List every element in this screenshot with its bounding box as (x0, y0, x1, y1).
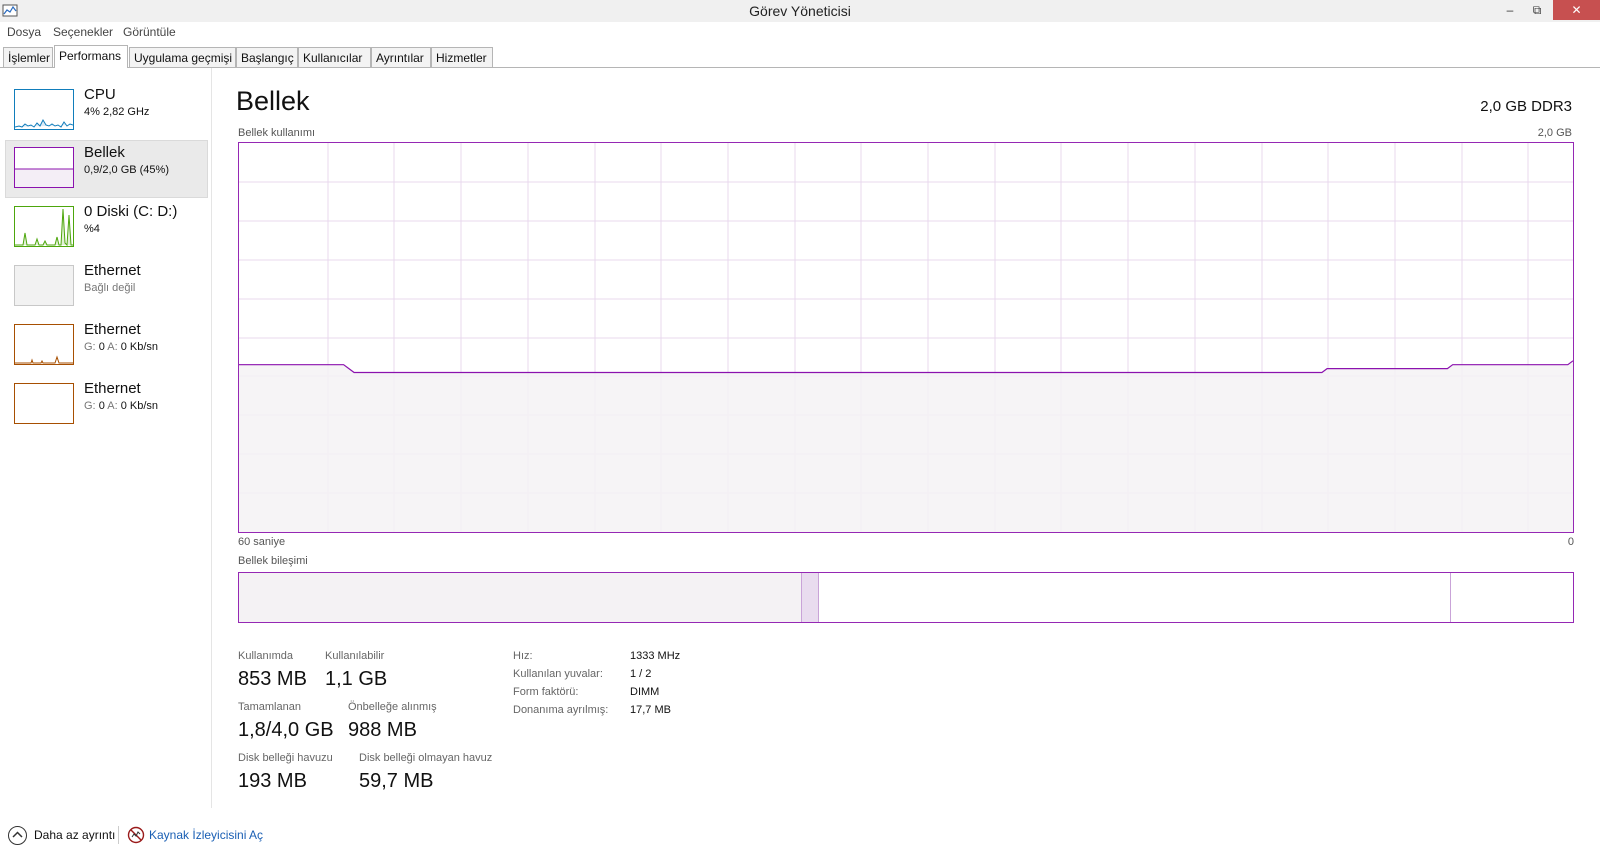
minimize-button[interactable]: – (1497, 0, 1523, 20)
send-value: 0 (98, 341, 105, 353)
composition-in-use (239, 573, 802, 622)
memory-composition-bar (238, 572, 1574, 623)
in-use-label: Kullanımda (238, 650, 294, 662)
slots-label: Kullanılan yuvalar: (513, 668, 603, 680)
composition-label: Bellek bileşimi (238, 555, 308, 567)
usage-graph-label: Bellek kullanımı (238, 127, 316, 139)
sidebar-label-ethernet-1: Ethernet (84, 262, 141, 279)
sidebar-label-cpu: CPU (84, 86, 116, 103)
sidebar-sub-ethernet-1: Bağlı değil (84, 282, 136, 294)
receive-value: 0 Kb/sn (120, 400, 159, 412)
menu-options[interactable]: Seçenekler (53, 25, 113, 39)
sidebar-sub-cpu: 4% 2,82 GHz (84, 106, 150, 118)
composition-modified (802, 573, 819, 622)
footer-bar: Daha az ayrıntı Kaynak İzleyicisini Aç (0, 816, 1600, 859)
sidebar-label-ethernet-2: Ethernet (84, 321, 141, 338)
sidebar-label-ethernet-3: Ethernet (84, 380, 141, 397)
disk-thumbnail-graph (14, 206, 74, 247)
tab-app-history[interactable]: Uygulama geçmişi (129, 47, 236, 68)
time-axis-right: 0 (1567, 536, 1574, 548)
hardware-reserved-label: Donanıma ayrılmış: (513, 704, 609, 716)
slots-value: 1 / 2 (630, 668, 652, 680)
speed-label: Hız: (513, 650, 533, 662)
composition-standby (819, 573, 1451, 622)
sidebar-sub-ethernet-3: G: 0 A: 0 Kb/sn (84, 400, 158, 412)
memory-type: 2,0 GB DDR3 (1480, 98, 1572, 115)
ethernet-3-thumbnail-graph (14, 383, 74, 424)
paged-pool-value: 193 MB (238, 770, 307, 792)
sidebar-item-ethernet-2[interactable]: Ethernet G: 0 A: 0 Kb/sn (5, 317, 208, 375)
speed-value: 1333 MHz (630, 650, 681, 662)
hardware-reserved-value: 17,7 MB (630, 704, 671, 716)
memory-usage-graph (238, 142, 1574, 533)
usage-graph-max: 2,0 GB (1537, 127, 1572, 139)
menu-file[interactable]: Dosya (7, 25, 41, 39)
committed-label: Tamamlanan (238, 701, 301, 713)
tab-divider (0, 67, 1600, 68)
cached-value: 988 MB (348, 719, 417, 741)
sidebar-item-ethernet-3[interactable]: Ethernet G: 0 A: 0 Kb/sn (5, 376, 208, 434)
sidebar-label-memory: Bellek (84, 144, 125, 161)
nonpaged-pool-value: 59,7 MB (359, 770, 434, 792)
paged-pool-label: Disk belleği havuzu (238, 752, 333, 764)
sidebar-sub-disk: %4 (84, 223, 100, 235)
send-label: G: (84, 400, 96, 412)
available-label: Kullanılabilir (325, 650, 385, 662)
send-label: G: (84, 341, 96, 353)
open-resource-monitor-link[interactable]: Kaynak İzleyicisini Aç (149, 828, 263, 842)
send-value: 0 (98, 400, 105, 412)
ethernet-1-thumbnail-graph (14, 265, 74, 306)
time-axis-left: 60 saniye (238, 536, 286, 548)
chevron-up-icon[interactable] (8, 826, 27, 845)
sidebar-item-disk[interactable]: 0 Diski (C: D:) %4 (5, 199, 208, 257)
committed-value: 1,8/4,0 GB (238, 719, 334, 741)
resource-sidebar: CPU 4% 2,82 GHz Bellek 0,9/2,0 GB (45%) … (0, 68, 212, 808)
form-factor-label: Form faktörü: (513, 686, 579, 698)
receive-label: A: (107, 400, 118, 412)
composition-free (1451, 573, 1572, 622)
ethernet-2-thumbnail-graph (14, 324, 74, 365)
menu-view[interactable]: Görüntüle (123, 25, 176, 39)
sidebar-item-memory[interactable]: Bellek 0,9/2,0 GB (45%) (5, 140, 208, 198)
tab-users[interactable]: Kullanıcılar (298, 47, 371, 68)
cpu-thumbnail-graph (14, 89, 74, 130)
menu-bar: Dosya Seçenekler Görüntüle (0, 23, 1600, 43)
footer-divider (118, 826, 119, 844)
restore-button[interactable]: ⧉ (1524, 0, 1550, 20)
sidebar-label-disk: 0 Diski (C: D:) (84, 203, 178, 220)
form-factor-value: DIMM (630, 686, 660, 698)
memory-thumbnail-graph (14, 147, 74, 188)
available-value: 1,1 GB (325, 668, 388, 690)
tab-processes[interactable]: İşlemler (3, 47, 53, 68)
window-title: Görev Yöneticisi (749, 3, 851, 19)
tab-details[interactable]: Ayrıntılar (371, 47, 431, 68)
tab-services[interactable]: Hizmetler (431, 47, 493, 68)
tab-startup[interactable]: Başlangıç (236, 47, 298, 68)
tab-performance[interactable]: Performans (54, 45, 128, 68)
sidebar-sub-ethernet-2: G: 0 A: 0 Kb/sn (84, 341, 158, 353)
sidebar-item-ethernet-1[interactable]: Ethernet Bağlı değil (5, 258, 208, 316)
sidebar-item-cpu[interactable]: CPU 4% 2,82 GHz (5, 82, 208, 140)
memory-usage-chart (239, 143, 1574, 532)
receive-label: A: (107, 341, 118, 353)
title-bar: Görev Yöneticisi – ⧉ ✕ (0, 0, 1600, 22)
cached-label: Önbelleğe alınmış (348, 701, 437, 713)
sidebar-sub-memory: 0,9/2,0 GB (45%) (84, 164, 169, 176)
resource-monitor-icon[interactable] (127, 826, 145, 844)
fewer-details-button[interactable]: Daha az ayrıntı (34, 828, 115, 842)
close-button[interactable]: ✕ (1553, 0, 1600, 20)
nonpaged-pool-label: Disk belleği olmayan havuz (359, 752, 493, 764)
in-use-value: 853 MB (238, 668, 307, 690)
page-title: Bellek (236, 86, 310, 116)
memory-usage-area (239, 360, 1573, 532)
receive-value: 0 Kb/sn (120, 341, 159, 353)
